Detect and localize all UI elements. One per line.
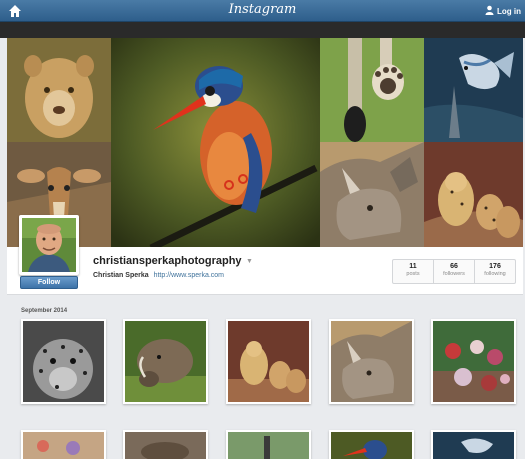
profile-header: Follow christiansperkaphotography ▼ Chri… (7, 215, 523, 295)
profile-stats: 11 posts 66 followers 176 following (392, 259, 516, 284)
stat-value: 176 (489, 263, 501, 270)
cover-photo-rhino[interactable] (320, 142, 424, 247)
photo-thumbnail-cheetah-cubs[interactable] (226, 319, 311, 404)
header-band (0, 22, 525, 38)
cover-photo-mosaic (7, 38, 523, 247)
photo-thumbnail-kingfisher[interactable] (329, 430, 414, 459)
stat-label: following (484, 271, 506, 277)
stat-followers[interactable]: 66 followers (434, 260, 475, 283)
login-label: Log in (497, 6, 521, 16)
cover-photo-lioness[interactable] (7, 38, 111, 142)
profile-username: christiansperkaphotography (93, 255, 242, 267)
home-icon[interactable] (7, 3, 23, 19)
cover-photo-cheetahs[interactable] (424, 142, 523, 247)
photo-thumbnail-birds-market[interactable] (431, 319, 516, 404)
photo-thumbnail-dragonfly[interactable] (226, 430, 311, 459)
instagram-logo: Instagram (228, 2, 297, 17)
stat-label: followers (443, 271, 465, 277)
login-button[interactable]: Log in (485, 4, 521, 18)
stat-value: 11 (409, 263, 417, 270)
stat-posts[interactable]: 11 posts (393, 260, 434, 283)
profile-full-name: Christian Sperka (93, 272, 149, 279)
stat-value: 66 (450, 263, 458, 270)
caret-down-icon[interactable]: ▼ (246, 258, 253, 265)
photo-thumbnail-warthog-2[interactable] (123, 430, 208, 459)
top-navbar: Instagram Log in (0, 0, 525, 22)
photo-thumbnail-fish[interactable] (431, 430, 516, 459)
follow-button[interactable]: Follow (20, 276, 78, 289)
month-heading: September 2014 (21, 308, 68, 314)
avatar[interactable] (19, 215, 79, 275)
profile-website-link[interactable]: http://www.sperka.com (154, 272, 224, 279)
photo-thumbnail-warthog[interactable] (123, 319, 208, 404)
stat-following[interactable]: 176 following (475, 260, 515, 283)
cover-photo-kingfisher[interactable] (111, 38, 320, 247)
cover-photo-paw[interactable] (320, 38, 424, 142)
profile-meta: Christian Sperka http://www.sperka.com (93, 272, 224, 279)
stat-label: posts (406, 271, 420, 277)
cover-photo-fish[interactable] (424, 38, 523, 142)
photo-thumbnail-leopard[interactable] (21, 319, 106, 404)
person-icon (485, 2, 494, 20)
photo-thumbnail-rhino[interactable] (329, 319, 414, 404)
photo-thumbnail-market[interactable] (21, 430, 106, 459)
photo-feed: September 2014 (7, 296, 523, 459)
